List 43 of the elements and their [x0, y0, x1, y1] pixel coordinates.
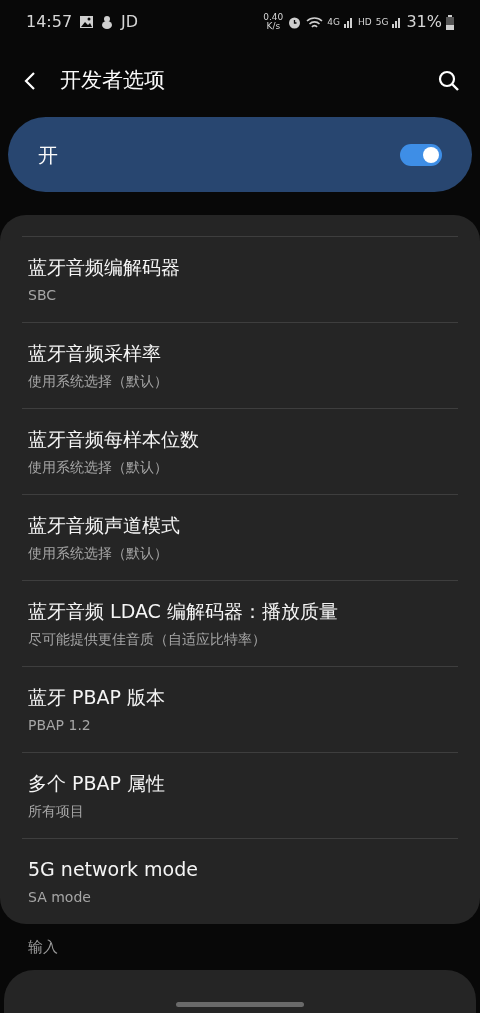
carrier-label: JD [121, 11, 139, 33]
network-speed: 0.40 K/s [263, 13, 284, 31]
setting-title: 5G network mode [28, 857, 199, 883]
setting-summary: SBC [28, 285, 58, 305]
switch-label: 开 [38, 141, 58, 169]
network-type-label: 5G [375, 17, 389, 27]
setting-title: 多个 PBAP 属性 [28, 771, 167, 797]
battery-icon [446, 14, 454, 30]
signal-icon [344, 16, 355, 28]
setting-summary: PBAP 1.2 [28, 715, 92, 735]
battery-level: 31% [406, 11, 442, 33]
setting-summary: 尽可能提供更佳音质（自适应比特率） [28, 629, 267, 649]
setting-title: 蓝牙音频编解码器 [28, 255, 181, 281]
toggle-switch[interactable] [400, 143, 442, 166]
setting-summary: SA mode [28, 887, 92, 907]
setting-row[interactable]: 多个 PBAP 属性 所有项目 [22, 752, 458, 838]
setting-title: 蓝牙音频声道模式 [28, 513, 181, 539]
setting-title: 蓝牙音频每样本位数 [28, 427, 200, 453]
hd-voice-label: HD [358, 17, 372, 27]
setting-summary: 使用系统选择（默认） [28, 371, 169, 391]
setting-title: 蓝牙音频采样率 [28, 341, 162, 367]
master-switch-bar[interactable]: 开 [8, 117, 472, 192]
setting-row[interactable]: 蓝牙音频编解码器 SBC [22, 236, 458, 322]
setting-row[interactable]: 蓝牙音频每样本位数 使用系统选择（默认） [22, 408, 458, 494]
image-icon [80, 16, 94, 28]
setting-row[interactable]: 5G network mode SA mode [22, 838, 458, 924]
page-title: 开发者选项 [60, 66, 165, 94]
search-icon[interactable] [438, 69, 460, 92]
signal-icon [392, 16, 403, 28]
setting-row[interactable]: 蓝牙 PBAP 版本 PBAP 1.2 [22, 666, 458, 752]
section-header: 输入 [28, 936, 58, 958]
back-icon[interactable] [24, 70, 36, 91]
setting-row[interactable]: 蓝牙音频声道模式 使用系统选择（默认） [22, 494, 458, 580]
setting-summary: 使用系统选择（默认） [28, 543, 169, 563]
setting-summary: 使用系统选择（默认） [28, 457, 169, 477]
setting-title: 蓝牙音频 LDAC 编解码器：播放质量 [28, 599, 339, 625]
setting-row[interactable]: 蓝牙音频 LDAC 编解码器：播放质量 尽可能提供更佳音质（自适应比特率） [22, 580, 458, 666]
network-type-label: 4G [327, 17, 341, 27]
wifi-icon [306, 15, 324, 29]
setting-row[interactable]: 蓝牙音频采样率 使用系统选择（默认） [22, 322, 458, 408]
setting-title: 蓝牙 PBAP 版本 [28, 685, 167, 711]
clock: 14:57 [26, 11, 73, 33]
setting-summary: 所有项目 [28, 801, 85, 821]
